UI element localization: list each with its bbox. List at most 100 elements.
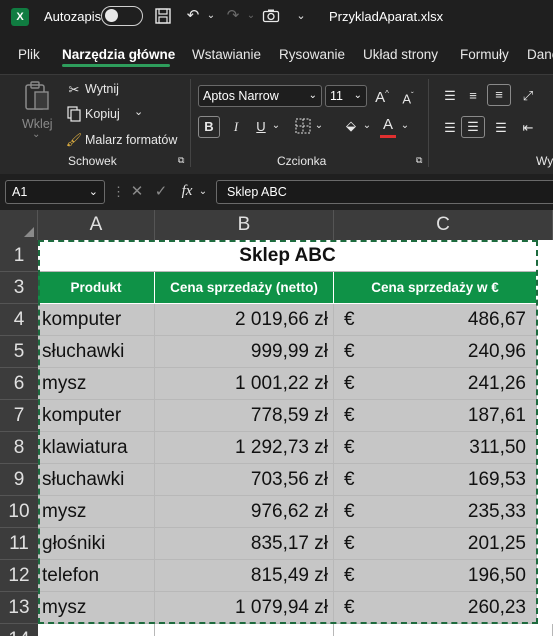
copy-label[interactable]: Kopiuj [85,107,120,121]
undo-icon[interactable]: ↶ [184,7,202,25]
tab-file[interactable]: Plik [18,47,40,62]
tab-page-layout[interactable]: Układ strony [363,47,438,62]
insert-function-icon[interactable]: fx [178,182,196,200]
eur-price-cell[interactable]: €201,25 [334,528,537,560]
eur-price-cell[interactable]: €235,33 [334,496,537,528]
align-left-icon[interactable]: ☰ [440,119,460,137]
align-top-icon[interactable]: ☰ [440,87,460,105]
net-price-cell[interactable]: 703,56 zł [155,464,334,496]
align-middle-icon[interactable]: ≡ [463,87,483,105]
net-price-cell[interactable]: 1 079,94 zł [155,592,334,624]
product-cell[interactable]: telefon [38,560,155,592]
product-cell[interactable]: słuchawki [38,464,155,496]
net-price-cell[interactable]: 815,49 zł [155,560,334,592]
eur-price-cell[interactable]: €196,50 [334,560,537,592]
paste-dropdown-icon[interactable]: ⌄ [32,129,40,140]
cut-label[interactable]: Wytnij [85,82,119,96]
paste-icon[interactable] [22,79,52,113]
sheet-title-cell[interactable]: Sklep ABC [38,240,537,272]
net-price-cell[interactable]: 835,17 zł [155,528,334,560]
customize-toolbar-icon[interactable]: ⌄ [292,7,310,25]
net-price-cell[interactable]: 778,59 zł [155,400,334,432]
product-cell[interactable]: mysz [38,368,155,400]
column-header-a[interactable]: A [38,210,155,240]
product-cell[interactable]: klawiatura [38,432,155,464]
row-header[interactable]: 9 [0,464,38,496]
font-launcher-icon[interactable]: ⧉ [416,155,422,166]
font-name-select[interactable]: Aptos Narrow ⌄ [198,85,322,107]
eur-price-cell[interactable]: €169,53 [334,464,537,496]
align-right-icon[interactable]: ☰ [491,119,511,137]
eur-price-cell[interactable]: €187,61 [334,400,537,432]
row-header[interactable]: 14 [0,624,38,636]
enter-icon[interactable]: ✓ [152,183,170,201]
format-painter-icon[interactable]: 🖌 [65,131,83,149]
eur-price-cell[interactable]: €486,67 [334,304,537,336]
italic-button[interactable]: I [228,118,244,136]
net-price-cell[interactable]: 1 001,22 zł [155,368,334,400]
camera-icon[interactable] [262,7,280,25]
row-header[interactable]: 5 [0,336,38,368]
eur-price-cell[interactable]: €240,96 [334,336,537,368]
product-cell[interactable]: głośniki [38,528,155,560]
row-header[interactable]: 10 [0,496,38,528]
borders-icon[interactable] [294,118,312,139]
product-cell[interactable]: słuchawki [38,336,155,368]
eur-price-cell[interactable]: €311,50 [334,432,537,464]
eur-price-cell[interactable]: €241,26 [334,368,537,400]
row-header[interactable]: 13 [0,592,38,624]
tab-formulas[interactable]: Formuły [460,47,509,62]
empty-cell[interactable] [155,624,334,636]
clipboard-launcher-icon[interactable]: ⧉ [178,155,184,166]
net-price-cell[interactable]: 999,99 zł [155,336,334,368]
product-cell[interactable]: komputer [38,400,155,432]
save-icon[interactable] [154,7,172,25]
tab-draw[interactable]: Rysowanie [279,47,345,62]
scissors-icon[interactable]: ✂ [66,81,82,99]
header-cell-eur-price[interactable]: Cena sprzedaży w € [334,272,537,304]
underline-dropdown-icon[interactable]: ⌄ [271,117,281,135]
net-price-cell[interactable]: 1 292,73 zł [155,432,334,464]
row-header[interactable]: 8 [0,432,38,464]
column-header-c[interactable]: C [334,210,553,240]
autosave-toggle[interactable] [101,6,143,26]
name-box[interactable]: A1 ⌄ [5,180,105,204]
tab-insert[interactable]: Wstawianie [192,47,261,62]
tab-data[interactable]: Dane [527,47,553,62]
tab-home[interactable]: Narzędzia główne [62,47,175,62]
cancel-icon[interactable]: ✕ [128,183,146,201]
row-header[interactable]: 7 [0,400,38,432]
select-all-corner[interactable] [0,210,38,240]
header-cell-product[interactable]: Produkt [38,272,155,304]
font-color-icon[interactable]: A [380,116,396,134]
fill-dropdown-icon[interactable]: ⌄ [362,117,372,135]
row-header[interactable]: 3 [0,272,38,304]
redo-dropdown-icon[interactable]: ⌄ [242,7,260,25]
row-header[interactable]: 11 [0,528,38,560]
fill-color-icon[interactable]: ⬙ [342,117,360,135]
net-price-cell[interactable]: 976,62 zł [155,496,334,528]
eur-price-cell[interactable]: €260,23 [334,592,537,624]
copy-dropdown-icon[interactable]: ⌄ [134,105,143,118]
bold-button[interactable]: B [198,116,220,138]
function-dropdown-icon[interactable]: ⌄ [198,183,208,201]
net-price-cell[interactable]: 2 019,66 zł [155,304,334,336]
orientation-icon[interactable]: ⤢ [518,87,538,105]
undo-dropdown-icon[interactable]: ⌄ [202,7,220,25]
redo-icon[interactable]: ↷ [224,7,242,25]
product-cell[interactable]: komputer [38,304,155,336]
product-cell[interactable]: mysz [38,496,155,528]
empty-cell[interactable] [38,624,155,636]
row-header[interactable]: 6 [0,368,38,400]
decrease-font-icon[interactable]: Aˇ [398,87,418,108]
align-center-button[interactable]: ☰ [461,116,485,138]
column-header-b[interactable]: B [155,210,334,240]
row-header[interactable]: 1 [0,240,38,272]
align-bottom-button[interactable]: ≡ [487,84,511,106]
increase-font-icon[interactable]: A^ [372,85,392,107]
header-cell-net-price[interactable]: Cena sprzedaży (netto) [155,272,334,304]
borders-dropdown-icon[interactable]: ⌄ [314,117,324,135]
product-cell[interactable]: mysz [38,592,155,624]
decrease-indent-icon[interactable]: ⇤ [518,119,538,137]
row-header[interactable]: 12 [0,560,38,592]
